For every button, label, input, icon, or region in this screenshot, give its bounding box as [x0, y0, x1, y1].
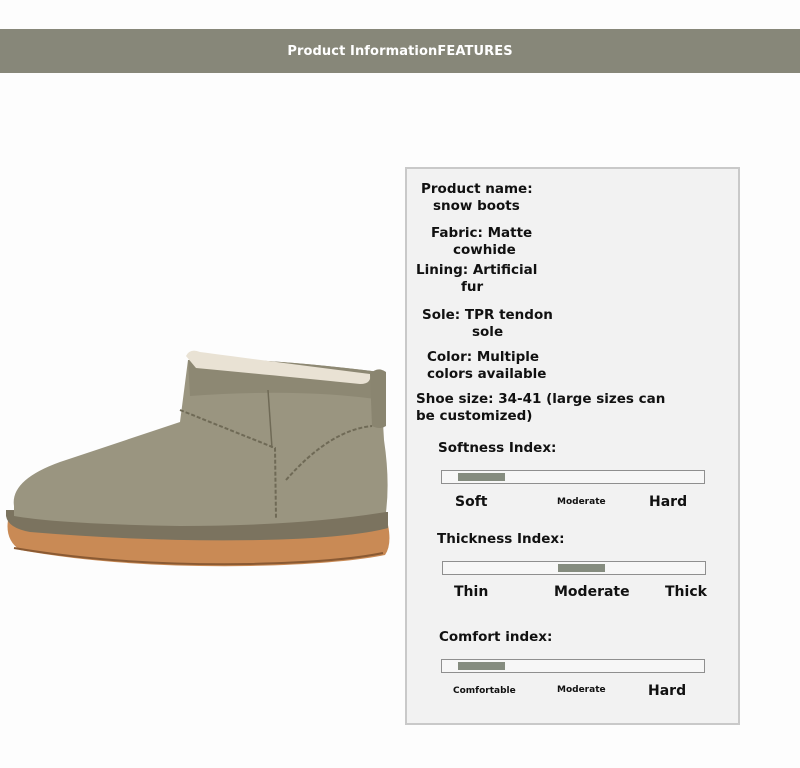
snow-boot-image	[6, 350, 390, 567]
header-banner: Product InformationFEATURES	[0, 29, 800, 73]
thickness-label-thin: Thin	[454, 584, 489, 600]
comfort-index-fill	[458, 662, 505, 670]
shoe-size-spec: Shoe size: 34-41 (large sizes can be cus…	[416, 391, 666, 424]
product-name-spec: Product name: snow boots	[421, 181, 533, 214]
product-info-page: Product InformationFEATURES Product name…	[0, 0, 800, 768]
sole-spec: Sole: TPR tendon sole	[422, 307, 553, 340]
softness-index-title: Softness Index:	[438, 440, 557, 456]
softness-label-soft: Soft	[455, 494, 488, 510]
thickness-label-thick: Thick	[665, 584, 707, 600]
comfort-index-bar	[441, 659, 705, 673]
comfort-label-comfortable: Comfortable	[453, 686, 516, 696]
comfort-label-moderate: Moderate	[557, 685, 606, 695]
thickness-index-bar	[442, 561, 706, 575]
lining-spec: Lining: Artificial fur	[416, 262, 538, 295]
softness-label-moderate: Moderate	[557, 497, 606, 507]
softness-index-bar	[441, 470, 705, 484]
comfort-label-hard: Hard	[648, 683, 687, 699]
fabric-spec: Fabric: Matte cowhide	[431, 225, 533, 258]
product-info-panel: Product name: snow boots Fabric: Matte c…	[405, 167, 740, 725]
softness-label-hard: Hard	[649, 494, 688, 510]
thickness-index-fill	[558, 564, 605, 572]
thickness-label-moderate: Moderate	[554, 584, 630, 600]
comfort-index-title: Comfort index:	[439, 629, 553, 645]
banner-title: Product InformationFEATURES	[287, 43, 513, 59]
color-spec: Color: Multiple colors available	[427, 349, 547, 382]
thickness-index-title: Thickness Index:	[437, 531, 565, 547]
softness-index-fill	[458, 473, 505, 481]
